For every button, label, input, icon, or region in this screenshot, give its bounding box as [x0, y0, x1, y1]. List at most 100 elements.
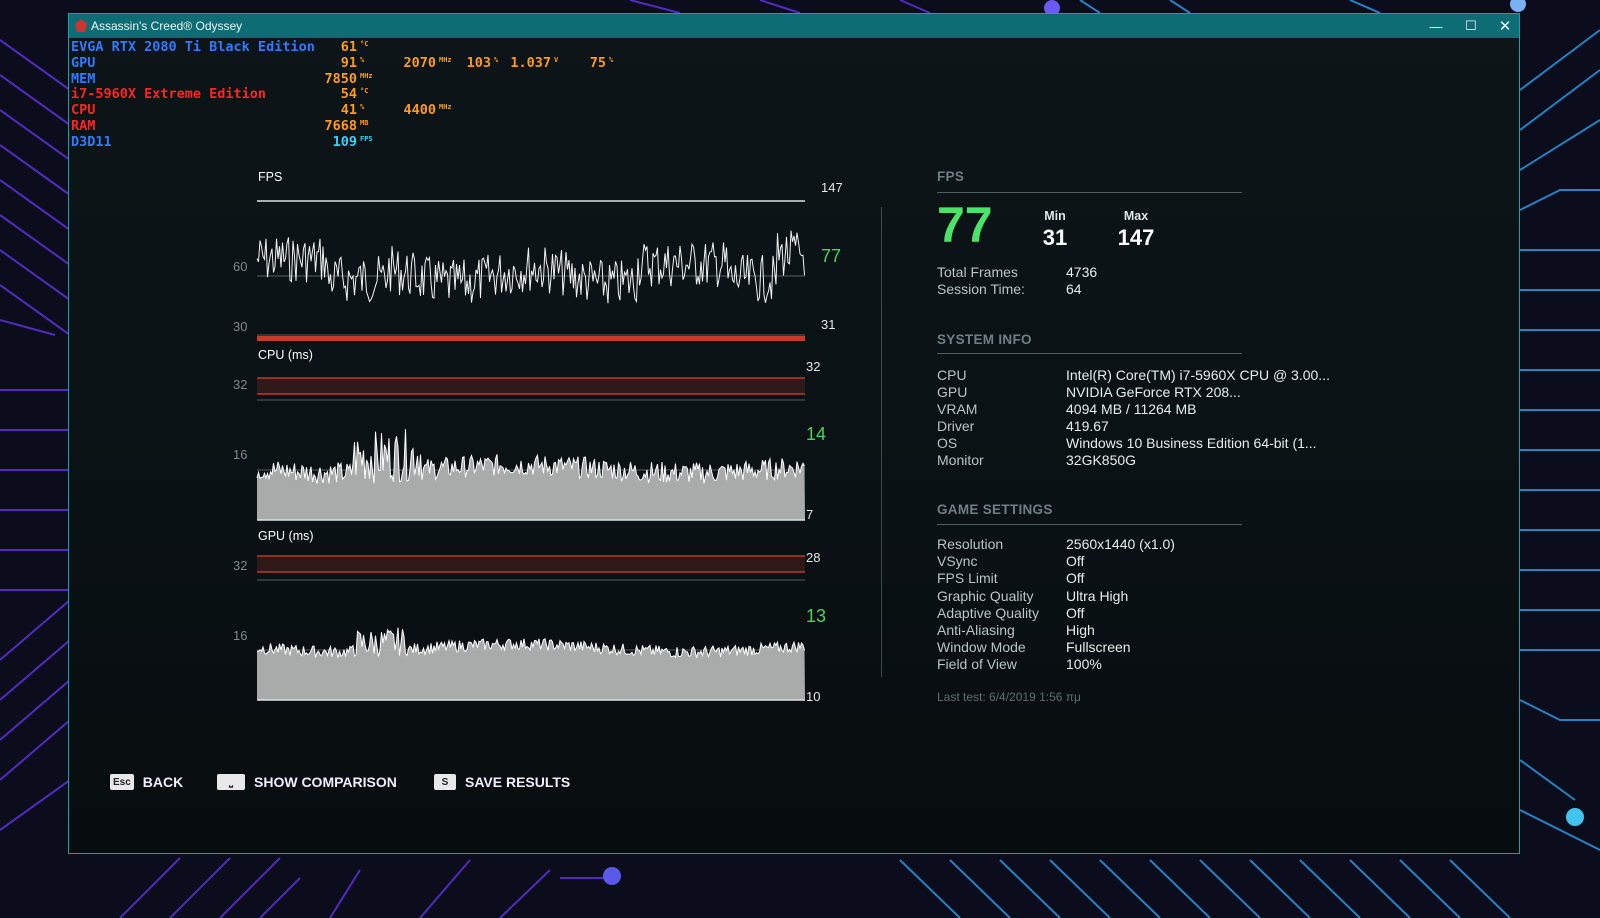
last-test-timestamp: Last test: 6/4/2019 1:56 πμ: [937, 690, 1081, 704]
osd-value: 75: [589, 54, 606, 71]
g-gpu-area: [257, 627, 805, 700]
fps-graph-min-label: 31: [821, 317, 836, 332]
fps-graph-max-label: 147: [821, 180, 843, 195]
game-setting-value: Off: [1066, 570, 1085, 587]
maximize-icon[interactable]: ☐: [1454, 14, 1488, 38]
osd-value: 91: [340, 54, 357, 71]
fps-graph-current-label: 77: [821, 246, 842, 266]
show-comparison-label: SHOW COMPARISON: [254, 774, 397, 790]
fps-max-label: Max: [1123, 209, 1149, 223]
esc-key-icon: Esc: [110, 774, 134, 790]
game-setting-value: Off: [1066, 604, 1085, 621]
system-info-label: Monitor: [937, 452, 984, 468]
session-time-label: Session Time:: [937, 281, 1025, 297]
osd-label: RAM: [71, 117, 96, 134]
back-button[interactable]: Esc BACK: [110, 774, 183, 790]
system-info-value: 419.67: [1066, 418, 1109, 434]
save-results-button[interactable]: S SAVE RESULTS: [434, 774, 570, 790]
app-icon: [75, 19, 87, 32]
gpu-graph-title: GPU (ms): [258, 529, 314, 543]
osd-label: D3D11: [71, 133, 112, 150]
cpu-graph-title: CPU (ms): [258, 348, 313, 362]
game-setting-value: Fullscreen: [1066, 639, 1131, 656]
game-settings-rule: [937, 524, 1242, 525]
cpu-axis-label-32: 32: [233, 377, 248, 392]
fps-panel-title: FPS: [937, 169, 965, 184]
osd-value: 1.037: [510, 54, 551, 71]
fps-panel-rule: [937, 192, 1242, 193]
system-info-label: GPU: [937, 384, 968, 400]
panel-divider: [881, 207, 882, 677]
system-info-value: 4094 MB / 11264 MB: [1066, 401, 1197, 417]
system-info-value: NVIDIA GeForce RTX 208...: [1066, 384, 1241, 400]
s-key-icon: S: [434, 774, 456, 790]
game-setting-label: Anti-Aliasing: [937, 622, 1015, 638]
osd-value: 41: [340, 102, 357, 119]
game-setting-label: Resolution: [937, 536, 1004, 552]
total-frames-label: Total Frames: [937, 264, 1018, 280]
game-setting-value: High: [1066, 622, 1095, 638]
system-info-value: Intel(R) Core(TM) i7-5960X CPU @ 3.00...: [1066, 367, 1330, 383]
osd-label: GPU: [71, 54, 96, 71]
game-setting-label: VSync: [937, 553, 978, 570]
window-title: Assassin's Creed® Odyssey: [91, 19, 243, 33]
fps-graph-title: FPS: [258, 170, 283, 184]
game-setting-value: Ultra High: [1066, 587, 1129, 604]
cpu-frametime-graph: [256, 377, 805, 521]
osd-unit: FPS: [360, 134, 373, 143]
cpu-graph-current-label: 14: [806, 424, 827, 444]
osd-unit: %: [609, 55, 614, 64]
system-info-label: VRAM: [937, 401, 978, 417]
total-frames-value: 4736: [1066, 264, 1098, 280]
osd-label: EVGA RTX 2080 Ti Black Edition: [71, 39, 315, 55]
spacebar-key-icon: ⎵: [217, 774, 245, 790]
game-setting-label: FPS Limit: [937, 570, 998, 587]
game-setting-label: Field of View: [937, 656, 1017, 673]
fps-average-value: 77: [937, 197, 993, 253]
osd-unit: °C: [360, 87, 369, 96]
fps-axis-label-60: 60: [233, 259, 248, 274]
osd-unit: %: [360, 103, 365, 112]
osd-unit: MHz: [360, 71, 373, 80]
cpu-axis-label-16: 16: [233, 447, 248, 462]
g-cpu-limit-band: [257, 378, 805, 394]
game-setting-value: 100%: [1066, 656, 1102, 673]
osd-label: MEM: [71, 70, 96, 87]
save-results-label: SAVE RESULTS: [465, 774, 571, 790]
game-setting-value: Off: [1066, 553, 1085, 570]
close-icon[interactable]: ✕: [1488, 14, 1519, 38]
g-gpu-limit-band: [257, 556, 805, 572]
game-setting-label: Adaptive Quality: [937, 604, 1039, 621]
show-comparison-button[interactable]: ⎵ SHOW COMPARISON: [217, 774, 397, 790]
system-info-rule: [937, 353, 1242, 354]
game-setting-value: 2560x1440 (x1.0): [1066, 536, 1175, 552]
system-info-value: Windows 10 Business Edition 64-bit (1...: [1066, 435, 1317, 451]
game-setting-label: Window Mode: [937, 639, 1026, 656]
osd-value: 4400: [403, 102, 436, 119]
fps-graph: [256, 200, 805, 341]
osd-value: 61: [340, 39, 357, 55]
cpu-graph-bottom-label: 7: [806, 507, 814, 522]
gpu-frametime-graph: [257, 555, 805, 701]
fps-max-value: 147: [1117, 225, 1155, 250]
osd-value: 7850: [324, 70, 357, 87]
system-info-label: Driver: [937, 418, 975, 434]
system-info-value: 32GK850G: [1066, 452, 1137, 468]
minimize-icon[interactable]: —: [1419, 14, 1453, 38]
gpu-graph-bottom-label: 10: [806, 689, 821, 704]
osd-value: 7668: [324, 117, 357, 134]
system-info-label: CPU: [937, 367, 967, 383]
system-info-label: OS: [937, 435, 958, 451]
fps-axis-label-30: 30: [233, 319, 248, 334]
gpu-axis-label-32: 32: [233, 558, 248, 573]
gpu-axis-label-16: 16: [233, 628, 248, 643]
gpu-graph-top-label: 28: [806, 550, 821, 565]
osd-value: 103: [466, 54, 491, 71]
gpu-graph-current-label: 13: [806, 606, 827, 626]
osd-value: 2070: [403, 54, 436, 71]
osd-unit: %: [360, 55, 365, 64]
fps-min-value: 31: [1042, 225, 1068, 250]
window-titlebar[interactable]: Assassin's Creed® Odyssey — ☐ ✕: [69, 14, 1519, 38]
osd-value: 54: [340, 86, 357, 103]
game-settings-title: GAME SETTINGS: [937, 502, 1053, 517]
